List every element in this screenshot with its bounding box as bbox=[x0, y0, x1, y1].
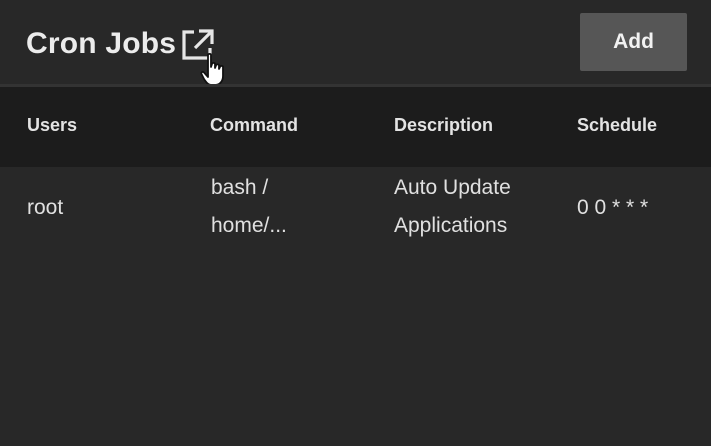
add-button[interactable]: Add bbox=[580, 13, 687, 71]
card-header: Cron Jobs Add bbox=[0, 0, 711, 86]
cell-user: root bbox=[27, 196, 64, 219]
cron-jobs-card: Cron Jobs Add Users Command Description … bbox=[0, 0, 711, 446]
table-row[interactable]: root bash / home/... Auto Update Applica… bbox=[0, 167, 711, 251]
cell-description-line2: Applications bbox=[394, 214, 508, 237]
cell-command-line2: home/... bbox=[211, 214, 287, 237]
column-header-schedule[interactable]: Schedule bbox=[577, 115, 657, 136]
table-header: Users Command Description Schedule bbox=[0, 87, 711, 167]
cell-command-line1: bash / bbox=[211, 176, 269, 199]
cell-schedule: 0 0 * * * bbox=[577, 196, 649, 219]
column-header-users[interactable]: Users bbox=[27, 115, 77, 136]
page-title: Cron Jobs bbox=[26, 27, 177, 60]
column-header-description[interactable]: Description bbox=[394, 115, 493, 136]
column-header-command[interactable]: Command bbox=[210, 115, 298, 136]
open-in-new-icon[interactable] bbox=[180, 27, 216, 61]
cell-description-line1: Auto Update bbox=[394, 176, 511, 199]
